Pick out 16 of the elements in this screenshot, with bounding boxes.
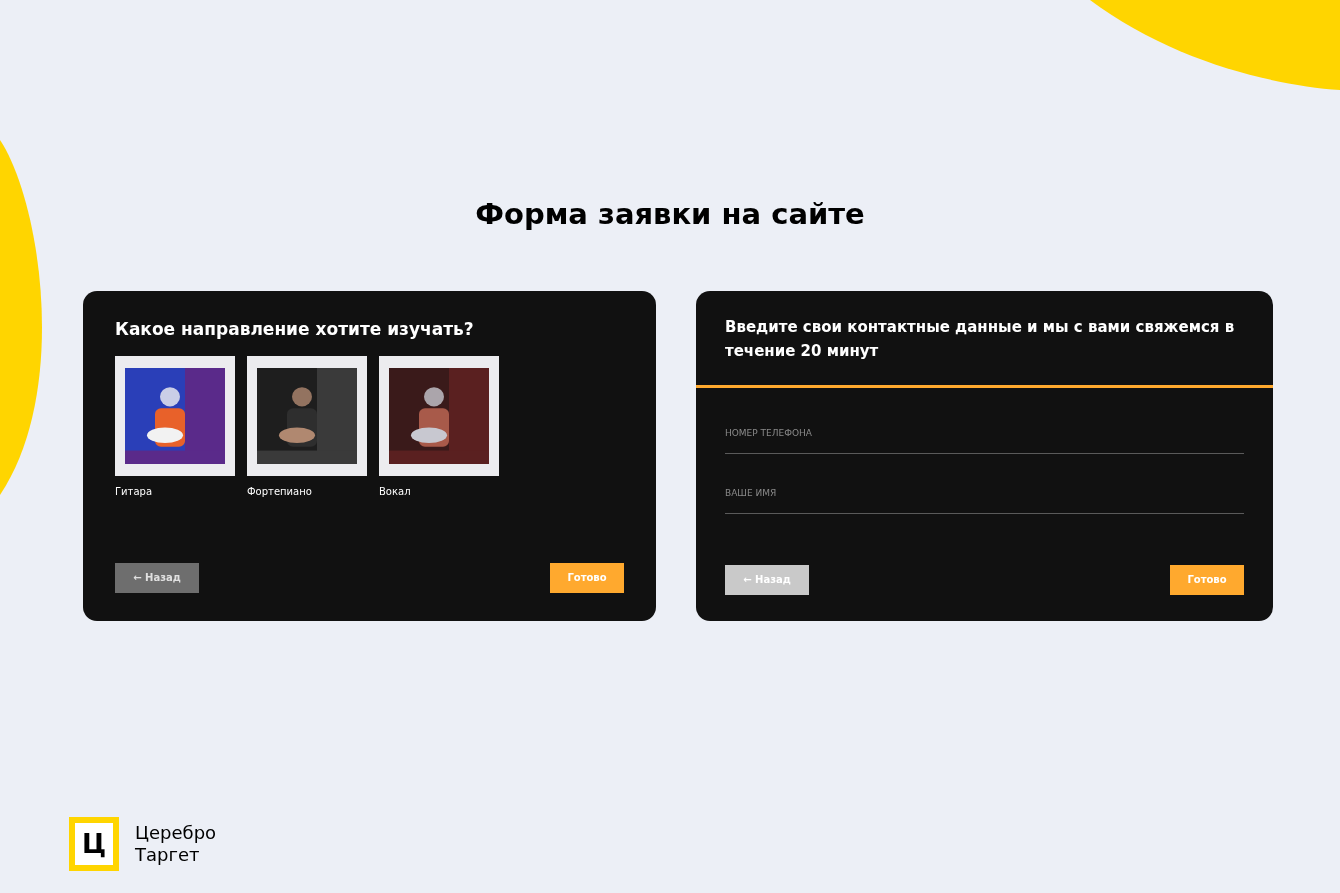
input-field[interactable]: НОМЕР ТЕЛЕФОНА: [725, 413, 1244, 454]
input-field[interactable]: ВАШЕ ИМЯ: [725, 473, 1244, 514]
question-title: Какое направление хотите изучать?: [115, 317, 475, 341]
option-label: Вокал: [379, 485, 412, 499]
done-button[interactable]: Готово: [550, 562, 624, 593]
option-label: Фортепиано: [247, 485, 313, 499]
done-button[interactable]: Готово: [1170, 564, 1244, 595]
logo-text: Таргет: [135, 844, 201, 866]
page-heading: Форма заявки на сайте: [475, 196, 865, 233]
form-title: Введите свои контактные данные и мы с вами свяжемся в течение 20 минут: [724, 316, 1236, 362]
option-tile[interactable]: [247, 356, 367, 476]
option-label: Гитара: [115, 485, 154, 499]
logo-mark: Ц: [69, 817, 119, 871]
logo-text: Церебро: [135, 822, 217, 844]
option-tile[interactable]: [379, 356, 499, 476]
option-tile[interactable]: [115, 356, 235, 476]
